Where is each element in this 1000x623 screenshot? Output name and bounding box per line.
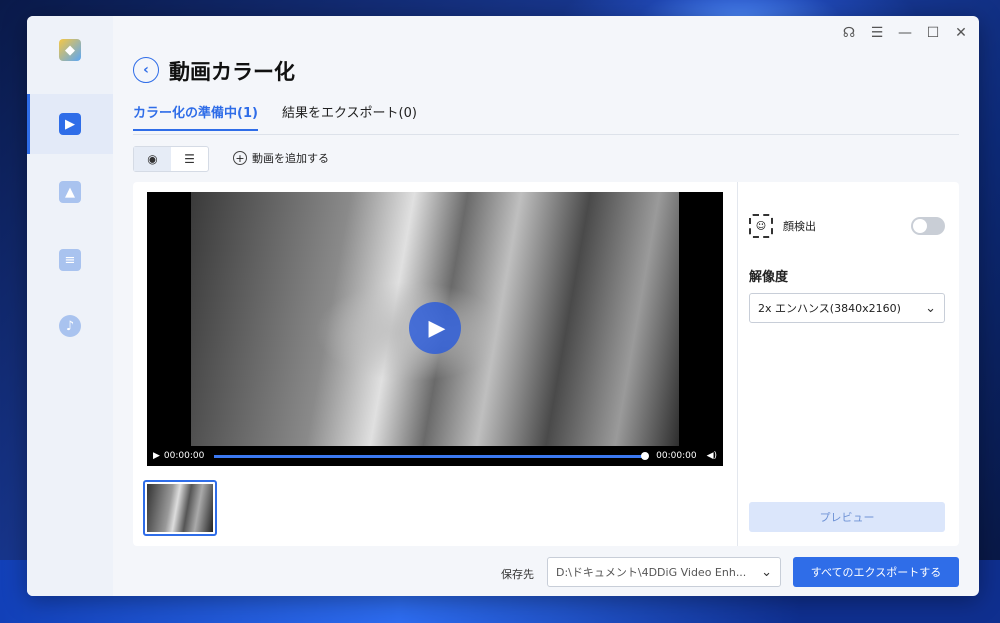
save-path-select[interactable]: D:\ドキュメント\4DDiG Video Enh... ⌄ bbox=[547, 557, 781, 587]
window-controls: ☊ ☰ — ☐ ✕ bbox=[841, 24, 969, 42]
add-video-label: 動画を追加する bbox=[252, 152, 329, 165]
duration-time: 00:00:00 bbox=[656, 451, 697, 461]
list-icon: ☰ bbox=[184, 152, 195, 166]
minimize-icon[interactable]: — bbox=[897, 24, 913, 42]
chevron-down-icon: ⌄ bbox=[925, 300, 936, 316]
video-player[interactable]: ▶ ▶ 00:00:00 00:00:00 ◀) bbox=[147, 192, 723, 466]
tab-export-results[interactable]: 結果をエクスポート(0) bbox=[282, 102, 417, 131]
save-to-label: 保存先 bbox=[501, 568, 534, 581]
list-view-button[interactable]: ☰ bbox=[171, 147, 208, 171]
sidebar-item-document[interactable]: ≡ bbox=[27, 230, 113, 290]
view-toggle: ◉ ☰ bbox=[133, 146, 209, 172]
video-thumbnail[interactable] bbox=[143, 480, 217, 536]
resolution-select[interactable]: 2x エンハンス(3840x2160) ⌄ bbox=[749, 293, 945, 323]
sidebar-item-audio[interactable]: ♪ bbox=[27, 296, 113, 356]
face-detect-toggle[interactable] bbox=[911, 217, 945, 235]
app-window: ◆ ▶ ▲ ≡ ♪ ☊ ☰ — ☐ ✕ ‹ 動画カラー化 カラー化の準備中(1)… bbox=[27, 16, 979, 596]
plus-circle-icon: + bbox=[233, 151, 247, 165]
sidebar-item-photo[interactable]: ▲ bbox=[27, 162, 113, 222]
resolution-label: 解像度 bbox=[749, 270, 789, 285]
chevron-left-icon: ‹ bbox=[143, 62, 149, 78]
video-icon: ▶ bbox=[59, 113, 81, 135]
sidebar: ◆ ▶ ▲ ≡ ♪ bbox=[27, 16, 113, 596]
panel-divider bbox=[737, 182, 738, 546]
tab-divider bbox=[133, 134, 959, 135]
thumbnail-image bbox=[147, 484, 213, 532]
save-path-value: D:\ドキュメント\4DDiG Video Enh... bbox=[556, 566, 747, 579]
eye-icon: ◉ bbox=[147, 152, 158, 166]
sidebar-logo[interactable]: ◆ bbox=[27, 20, 113, 80]
headset-icon[interactable]: ☊ bbox=[841, 24, 857, 42]
app-logo-icon: ◆ bbox=[59, 39, 81, 61]
progress-bar[interactable] bbox=[214, 451, 649, 460]
back-button[interactable]: ‹ bbox=[133, 57, 159, 83]
volume-icon[interactable]: ◀) bbox=[707, 451, 717, 461]
preview-view-button[interactable]: ◉ bbox=[134, 147, 171, 171]
resolution-value: 2x エンハンス(3840x2160) bbox=[758, 302, 901, 315]
document-icon: ≡ bbox=[59, 249, 81, 271]
face-detect-label: 顔検出 bbox=[783, 220, 816, 233]
tab-preparing[interactable]: カラー化の準備中(1) bbox=[133, 102, 258, 131]
play-button[interactable]: ▶ bbox=[409, 302, 461, 354]
face-scan-icon: ☺ bbox=[749, 214, 773, 238]
content-panel: ▶ ▶ 00:00:00 00:00:00 ◀) ☺ 顔検出 解像度 2x エン… bbox=[133, 182, 959, 546]
menu-icon[interactable]: ☰ bbox=[869, 24, 885, 42]
chevron-down-icon: ⌄ bbox=[761, 564, 772, 580]
maximize-icon[interactable]: ☐ bbox=[925, 24, 941, 42]
export-all-button[interactable]: すべてのエクスポートする bbox=[793, 557, 959, 587]
sidebar-item-video[interactable]: ▶ bbox=[27, 94, 113, 154]
main-area: ☊ ☰ — ☐ ✕ ‹ 動画カラー化 カラー化の準備中(1) 結果をエクスポート… bbox=[113, 16, 979, 596]
current-time: 00:00:00 bbox=[163, 451, 205, 461]
play-icon: ▶ bbox=[428, 315, 446, 341]
close-icon[interactable]: ✕ bbox=[953, 24, 969, 42]
video-controls: ▶ 00:00:00 00:00:00 ◀) bbox=[147, 446, 723, 466]
preview-button[interactable]: プレビュー bbox=[749, 502, 945, 532]
image-icon: ▲ bbox=[59, 181, 81, 203]
tab-bar: カラー化の準備中(1) 結果をエクスポート(0) bbox=[133, 102, 417, 131]
music-icon: ♪ bbox=[59, 315, 81, 337]
add-video-button[interactable]: + 動画を追加する bbox=[233, 150, 329, 166]
face-detect-row: ☺ 顔検出 bbox=[749, 214, 945, 238]
page-title: 動画カラー化 bbox=[169, 60, 295, 84]
play-small-icon[interactable]: ▶ bbox=[153, 451, 160, 461]
